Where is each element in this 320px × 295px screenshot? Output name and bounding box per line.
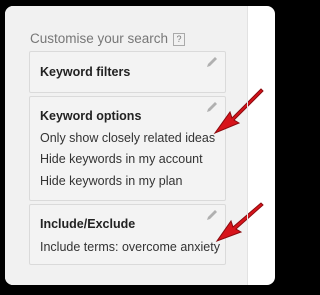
panel-heading-label: Customise your search xyxy=(30,31,169,46)
keyword-options-title: Keyword options xyxy=(40,109,142,123)
help-icon[interactable]: ? xyxy=(173,33,186,46)
include-terms-line: Include terms: overcome anxiety xyxy=(40,240,220,254)
panel-divider xyxy=(247,6,248,285)
keyword-filters-title: Keyword filters xyxy=(40,65,131,79)
screenshot-frame: Customise your search? Keyword filters K… xyxy=(5,6,275,285)
panel-heading: Customise your search? xyxy=(30,31,186,46)
customise-search-panel: Customise your search? Keyword filters K… xyxy=(5,6,264,285)
include-exclude-card[interactable]: Include/Exclude Include terms: overcome … xyxy=(29,204,226,265)
red-arrow-icon xyxy=(213,88,264,135)
option-hide-keywords-plan: Hide keywords in my plan xyxy=(40,174,183,188)
keyword-filters-card[interactable]: Keyword filters xyxy=(29,51,226,93)
option-hide-keywords-account: Hide keywords in my account xyxy=(40,152,203,166)
pencil-icon[interactable] xyxy=(205,55,219,69)
red-arrow-icon xyxy=(215,202,264,243)
option-closely-related-ideas: Only show closely related ideas xyxy=(40,131,216,145)
include-exclude-title: Include/Exclude xyxy=(40,217,136,231)
keyword-options-card[interactable]: Keyword options Only show closely relate… xyxy=(29,96,226,201)
